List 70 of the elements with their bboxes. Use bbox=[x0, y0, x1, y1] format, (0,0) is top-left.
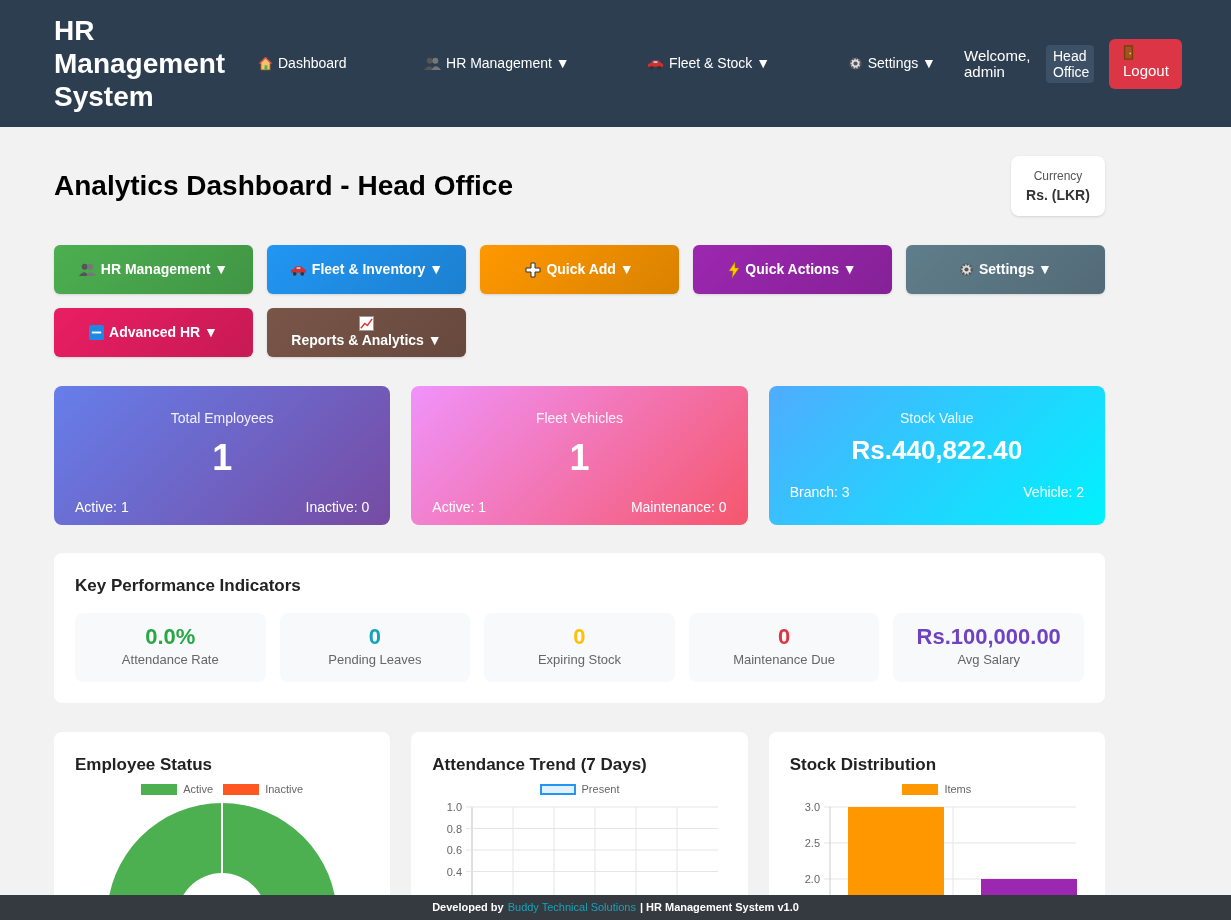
site-title: HR Management System bbox=[54, 14, 227, 113]
stat-detail: Active: 1 bbox=[75, 498, 129, 517]
nav-link[interactable]: HR Management ▼ bbox=[424, 53, 570, 74]
kpi-label: Pending Leaves bbox=[328, 651, 422, 670]
stat-detail: Inactive: 0 bbox=[305, 498, 370, 517]
stat-title: Stock Value bbox=[900, 409, 974, 428]
lightning-icon bbox=[728, 261, 741, 278]
kpi-label: Avg Salary bbox=[957, 651, 1020, 670]
axis-label: 0.8 bbox=[447, 822, 463, 834]
stat-detail: Maintenance: 0 bbox=[630, 498, 727, 517]
nav-link[interactable]: Dashboard bbox=[258, 53, 347, 74]
action-button[interactable]: Quick Actions ▼ bbox=[693, 245, 892, 294]
welcome-text: Welcome, admin bbox=[964, 47, 1032, 80]
footer-link[interactable]: Buddy Technical Solutions bbox=[507, 899, 636, 916]
kpi-label: Attendance Rate bbox=[121, 651, 219, 670]
axis-label: 2.5 bbox=[804, 836, 820, 849]
nav-link[interactable]: Settings ▼ bbox=[847, 53, 936, 74]
car-icon bbox=[647, 57, 665, 70]
stat-value: 1 bbox=[569, 436, 590, 480]
axis-label: 3.0 bbox=[804, 801, 820, 813]
stat-detail: Branch: 3 bbox=[789, 483, 850, 502]
kpi-value: Rs.100,000.00 bbox=[916, 624, 1061, 651]
legend-label: Active bbox=[183, 782, 214, 797]
line-chart-icon bbox=[359, 316, 374, 332]
new-badge-icon bbox=[89, 325, 105, 340]
people-icon bbox=[424, 56, 441, 71]
footer-text: Developed by bbox=[432, 900, 504, 916]
stat-detail: Vehicle: 2 bbox=[1023, 483, 1084, 502]
people-icon bbox=[78, 262, 96, 277]
action-button[interactable]: Fleet & Inventory ▼ bbox=[267, 245, 466, 294]
footer-text: | HR Management System v1.0 bbox=[639, 900, 799, 916]
stat-value: 1 bbox=[212, 436, 233, 480]
currency-label: Currency bbox=[1033, 167, 1083, 185]
chart-title: Stock Distribution bbox=[789, 753, 938, 776]
kpi-value: 0.0% bbox=[145, 624, 196, 651]
legend-label: Items bbox=[944, 782, 972, 797]
currency-value: Rs. (LKR) bbox=[1026, 185, 1090, 205]
legend-label: Present bbox=[581, 782, 620, 797]
action-button[interactable]: HR Management ▼ bbox=[54, 245, 253, 294]
action-button[interactable]: Quick Add ▼ bbox=[480, 245, 679, 294]
stat-value: Rs.440,822.40 bbox=[851, 434, 1023, 467]
kpi-label: Maintenance Due bbox=[733, 651, 836, 670]
door-icon bbox=[1123, 44, 1134, 60]
gear-icon bbox=[847, 56, 863, 71]
kpi-value: 0 bbox=[777, 624, 791, 651]
page-title: Analytics Dashboard - Head Office bbox=[54, 169, 513, 203]
branch-badge: Head Office bbox=[1046, 44, 1094, 83]
axis-label: 1.0 bbox=[447, 801, 463, 813]
axis-label: 0.4 bbox=[447, 865, 463, 877]
kpi-value: 0 bbox=[368, 624, 381, 651]
car-icon bbox=[289, 263, 307, 276]
logout-button[interactable]: Logout bbox=[1109, 38, 1182, 89]
axis-label: 2.0 bbox=[804, 872, 820, 885]
axis-label: 0.6 bbox=[447, 843, 463, 856]
stat-title: Fleet Vehicles bbox=[535, 409, 624, 428]
chart-title: Attendance Trend (7 Days) bbox=[432, 753, 648, 776]
house-icon bbox=[258, 56, 273, 71]
action-button[interactable]: Settings ▼ bbox=[906, 245, 1105, 294]
action-button[interactable]: Advanced HR ▼ bbox=[54, 308, 253, 357]
legend-label: Inactive bbox=[265, 782, 304, 797]
gear-icon bbox=[959, 262, 974, 277]
nav-link[interactable]: Fleet & Stock ▼ bbox=[647, 53, 771, 74]
kpi-label: Expiring Stock bbox=[537, 651, 622, 670]
chart-title: Employee Status bbox=[75, 753, 213, 776]
stat-detail: Active: 1 bbox=[432, 498, 487, 517]
kpi-value: 0 bbox=[573, 624, 586, 651]
kpi-title: Key Performance Indicators bbox=[75, 575, 302, 597]
action-button[interactable]: Reports & Analytics ▼ bbox=[267, 308, 466, 357]
stat-title: Total Employees bbox=[170, 409, 274, 428]
plus-icon bbox=[525, 261, 542, 278]
